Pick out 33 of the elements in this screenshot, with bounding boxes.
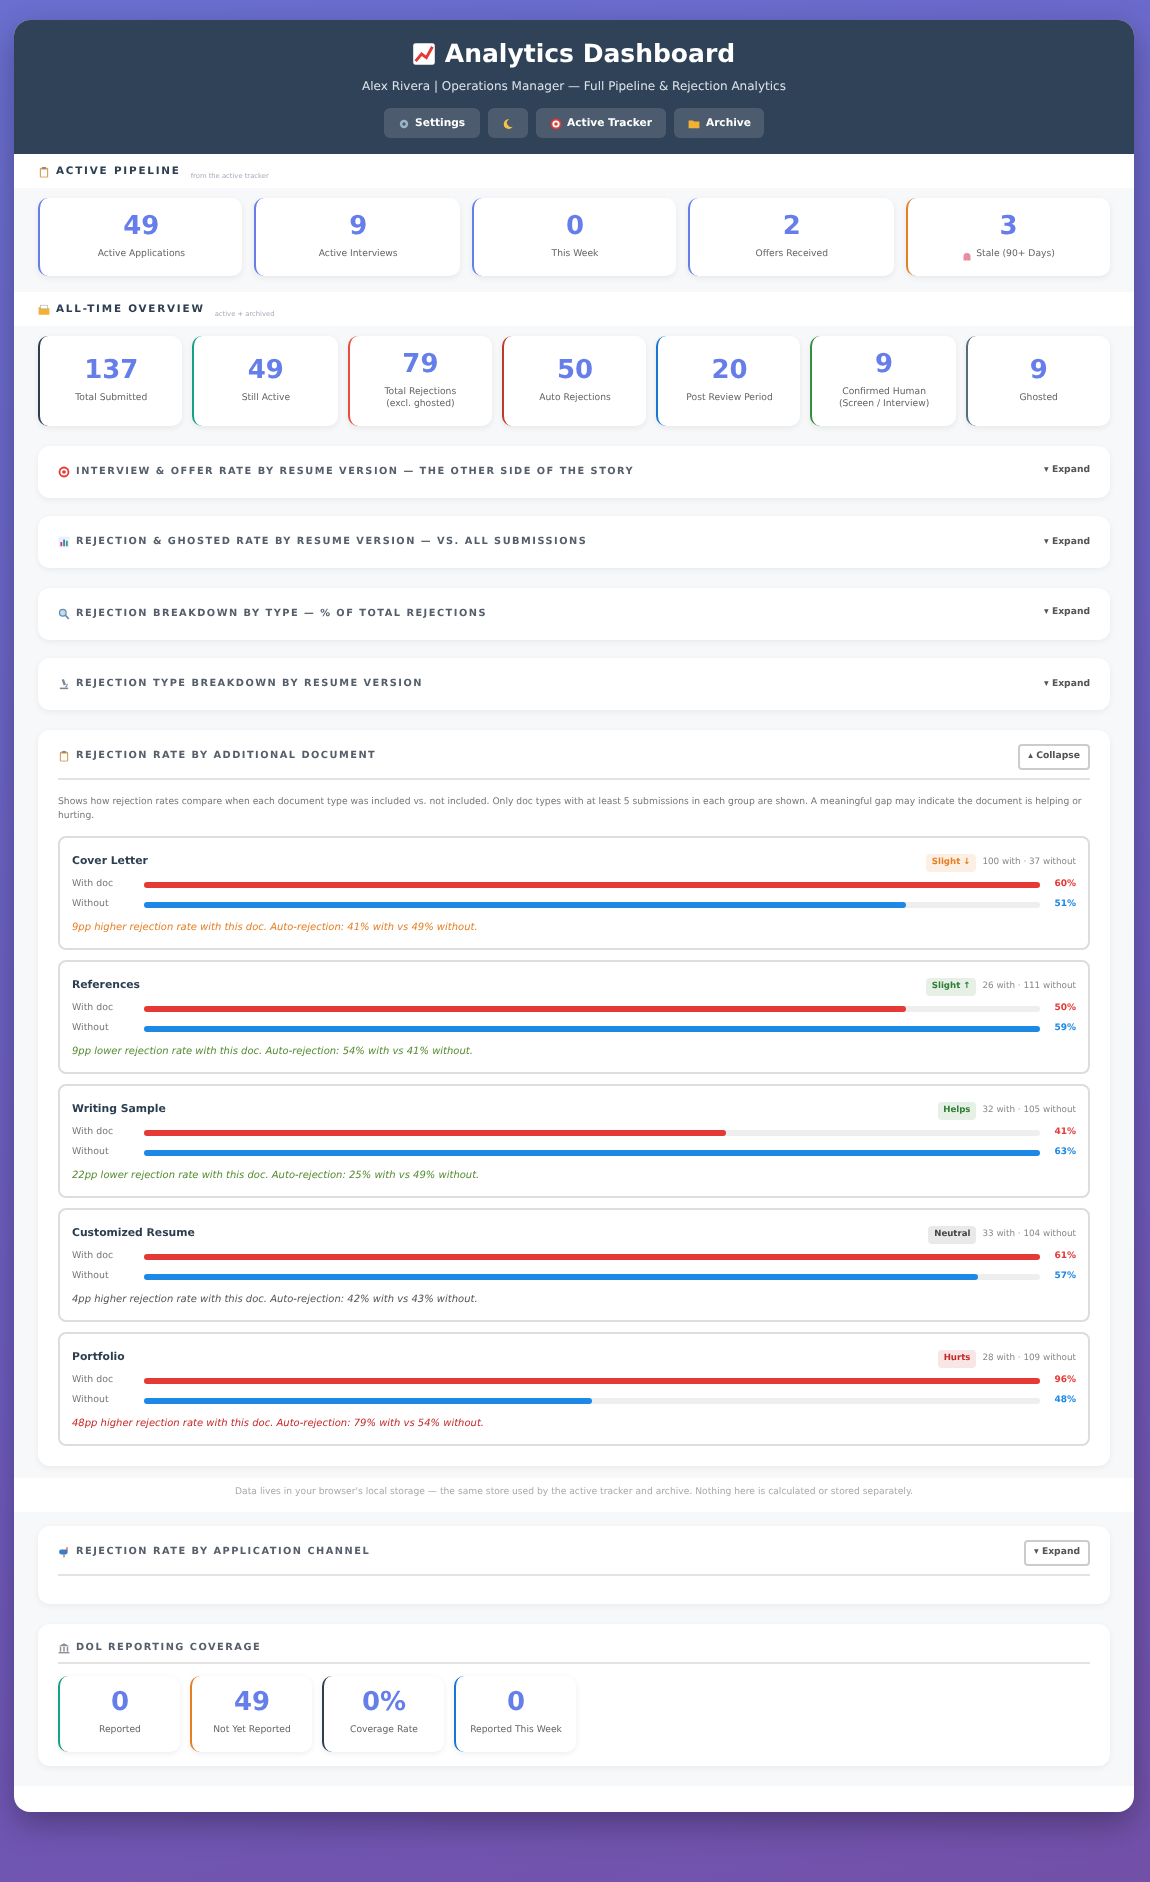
stat-value: 9 <box>875 350 894 380</box>
folder-icon <box>687 117 700 129</box>
moon-icon <box>501 117 514 129</box>
stat-value: 9 <box>1029 356 1048 386</box>
stat-value: 49 <box>123 212 160 242</box>
bar-chart-icon <box>58 536 70 548</box>
clipboard-icon <box>38 166 50 178</box>
stat-value: 0 <box>110 1688 130 1718</box>
chart-icon <box>412 41 437 65</box>
stat-value: 49 <box>247 356 284 386</box>
stat-value: 2 <box>782 212 801 242</box>
microscope-icon <box>58 678 70 690</box>
card-index-icon <box>38 304 50 316</box>
target-icon <box>58 465 70 477</box>
stat-value: 9 <box>349 212 368 242</box>
search-icon <box>58 607 70 619</box>
stat-value: 79 <box>402 350 439 380</box>
mailbox-icon <box>58 1546 70 1558</box>
stat-value: 3 <box>999 212 1018 242</box>
stat-value: 137 <box>84 356 139 386</box>
page-title: Analytics Dashboard <box>444 36 736 70</box>
stat-value: 0 <box>565 212 585 242</box>
theme-toggle-button[interactable] <box>487 108 528 138</box>
stat-value: 50 <box>556 356 594 386</box>
clipboard-icon <box>58 750 70 762</box>
bank-icon <box>58 1641 70 1653</box>
ghost-icon <box>962 251 973 261</box>
stat-value: 49 <box>233 1688 271 1718</box>
stat-value: 0 <box>506 1688 526 1718</box>
gear-icon <box>397 117 410 129</box>
target-icon <box>549 117 562 129</box>
stat-value: 0% <box>361 1688 407 1718</box>
stat-value: 20 <box>711 356 748 386</box>
